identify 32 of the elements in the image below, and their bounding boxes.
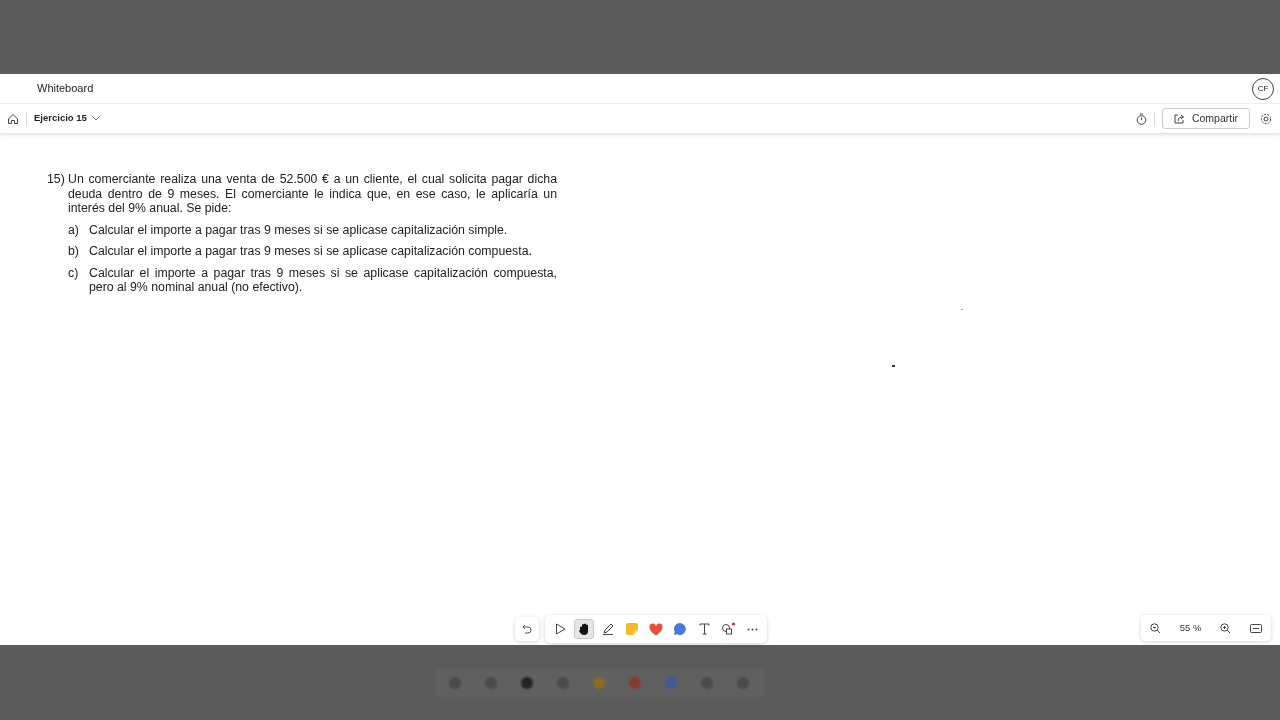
- zoom-in-icon[interactable]: [1220, 622, 1232, 634]
- exercise-statement: Un comerciante realiza una venta de 52.500 € a un cliente, el cual solicita pagar dicha deuda dentro de 9 meses. El comerciante le indica que, en ese caso, le aplicaría un interés del 9% anual. Se pide:: [68, 172, 557, 216]
- exercise-number: 15): [47, 172, 66, 188]
- undo-button[interactable]: [515, 617, 539, 641]
- home-icon[interactable]: [7, 112, 19, 125]
- timer-icon[interactable]: [1135, 112, 1147, 125]
- item-letter: c): [68, 265, 80, 282]
- select-arrow-icon: [554, 623, 566, 635]
- exercise-question: Calcular el importe a pagar tras 9 meses si se aplicase capitalización compuesta.: [89, 244, 532, 259]
- hand-icon: [578, 622, 590, 636]
- fit-screen-icon[interactable]: [1250, 623, 1262, 633]
- app-title: Whiteboard: [37, 81, 94, 97]
- exercise-question: Calcular el importe a pagar tras 9 meses si se aplicase capitalización simple.: [89, 222, 508, 237]
- chevron-down-icon: [91, 116, 100, 121]
- pen-icon: [602, 623, 614, 635]
- sticky-note-icon: [625, 622, 639, 636]
- share-icon: [1173, 113, 1185, 124]
- zoom-out-icon[interactable]: [1150, 622, 1161, 634]
- heart-icon: [649, 622, 663, 636]
- zoom-level: 55 %: [1179, 620, 1202, 635]
- exercise-question: Calcular el importe a pagar tras 9 meses si se aplicase capitalización compuesta, pero al 9% nominal anual (no efectivo).: [89, 265, 557, 295]
- more-icon: [746, 627, 758, 631]
- item-letter: a): [68, 222, 80, 237]
- share-button[interactable]: Compartir: [1161, 108, 1250, 129]
- item-letter: b): [68, 244, 80, 259]
- settings-icon[interactable]: [1260, 112, 1272, 125]
- hand-tool[interactable]: [574, 619, 594, 639]
- undo-icon: [522, 624, 532, 634]
- speech-bubble-icon: [673, 622, 687, 636]
- text-icon: [698, 623, 710, 635]
- board-name-dropdown[interactable]: Ejercicio 15: [34, 111, 100, 126]
- shapes-icon: [720, 622, 736, 636]
